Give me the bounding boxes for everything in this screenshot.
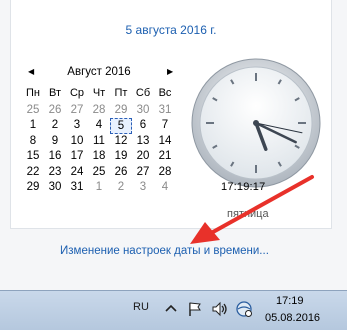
calendar-month-title[interactable]: Август 2016 [24, 66, 174, 78]
weekday-header: Пн [26, 87, 40, 99]
taskbar: RU 17:19 05.08.2016 [0, 290, 347, 330]
weekday-header: Чт [92, 87, 106, 99]
calendar-day[interactable]: 7 [154, 118, 176, 134]
calendar-day[interactable]: 27 [66, 103, 88, 119]
calendar-day[interactable]: 26 [44, 103, 66, 119]
calendar-day[interactable]: 21 [154, 149, 176, 165]
calendar-day[interactable]: 4 [88, 118, 110, 134]
calendar-day[interactable]: 6 [132, 118, 154, 134]
change-date-time-settings-link[interactable]: Изменение настроек даты и времени... [60, 245, 269, 257]
date-time-flyout: 5 августа 2016 г. ◀ Август 2016 ▶ Пн Вт Ср… [0, 0, 347, 290]
digital-time: 17:19:17 [221, 181, 266, 193]
calendar-day[interactable]: 2 [44, 118, 66, 134]
volume-icon[interactable] [211, 300, 229, 318]
calendar-day[interactable]: 12 [110, 134, 132, 150]
calendar-day[interactable]: 9 [44, 134, 66, 150]
calendar-day[interactable]: 30 [44, 180, 66, 196]
next-month-icon[interactable]: ▶ [167, 67, 173, 76]
calendar-day[interactable]: 25 [88, 165, 110, 181]
taskbar-clock-date[interactable]: 05.08.2016 [265, 312, 320, 324]
language-indicator[interactable]: RU [133, 301, 149, 313]
calendar-day[interactable]: 26 [110, 165, 132, 181]
weekday-header: Ср [69, 87, 85, 99]
analog-clock-icon [191, 58, 321, 188]
weekday-header: Сб [135, 87, 151, 99]
calendar-day[interactable]: 3 [66, 118, 88, 134]
weekday-header: Пт [114, 87, 128, 99]
calendar-day[interactable]: 1 [22, 118, 44, 134]
calendar-day[interactable]: 27 [132, 165, 154, 181]
calendar-day[interactable]: 23 [44, 165, 66, 181]
calendar-day[interactable]: 3 [132, 180, 154, 196]
calendar-day[interactable]: 10 [66, 134, 88, 150]
calendar-day[interactable]: 22 [22, 165, 44, 181]
calendar-day[interactable]: 2 [110, 180, 132, 196]
calendar-day[interactable]: 4 [154, 180, 176, 196]
weekday-label: пятница [227, 208, 269, 220]
calendar-day[interactable]: 28 [154, 165, 176, 181]
calendar-day[interactable]: 29 [110, 103, 132, 119]
taskbar-clock-time[interactable]: 17:19 [276, 295, 304, 307]
calendar-day[interactable]: 11 [88, 134, 110, 150]
calendar-day[interactable]: 1 [88, 180, 110, 196]
calendar-day[interactable]: 24 [66, 165, 88, 181]
calendar-day[interactable]: 29 [22, 180, 44, 196]
calendar-day[interactable]: 31 [154, 103, 176, 119]
calendar-day[interactable]: 8 [22, 134, 44, 150]
network-icon[interactable] [235, 300, 253, 318]
calendar-day[interactable]: 20 [132, 149, 154, 165]
calendar-header: ◀ Август 2016 ▶ [24, 66, 184, 82]
calendar-day[interactable]: 28 [88, 103, 110, 119]
chevron-up-icon[interactable] [162, 300, 180, 318]
weekday-header: Вс [158, 87, 172, 99]
calendar-day[interactable]: 30 [132, 103, 154, 119]
weekday-header: Вт [48, 87, 61, 99]
calendar-day[interactable]: 18 [88, 149, 110, 165]
calendar-day[interactable]: 31 [66, 180, 88, 196]
calendar-day[interactable]: 25 [22, 103, 44, 119]
calendar-day[interactable]: 14 [154, 134, 176, 150]
calendar-day[interactable]: 17 [66, 149, 88, 165]
full-date-link[interactable]: 5 августа 2016 г. [11, 23, 331, 37]
flag-icon[interactable] [186, 300, 204, 318]
calendar-day[interactable]: 15 [22, 149, 44, 165]
calendar-day[interactable]: 19 [110, 149, 132, 165]
calendar-grid: Пн Вт Ср Чт Пт Сб Вс 25 26 27 28 29 30 31 1 2 3 4 5 6 7 8 9 10 1… [22, 87, 176, 196]
calendar-day[interactable]: 13 [132, 134, 154, 150]
calendar-day-today[interactable]: 5 [110, 118, 132, 134]
calendar-day[interactable]: 16 [44, 149, 66, 165]
